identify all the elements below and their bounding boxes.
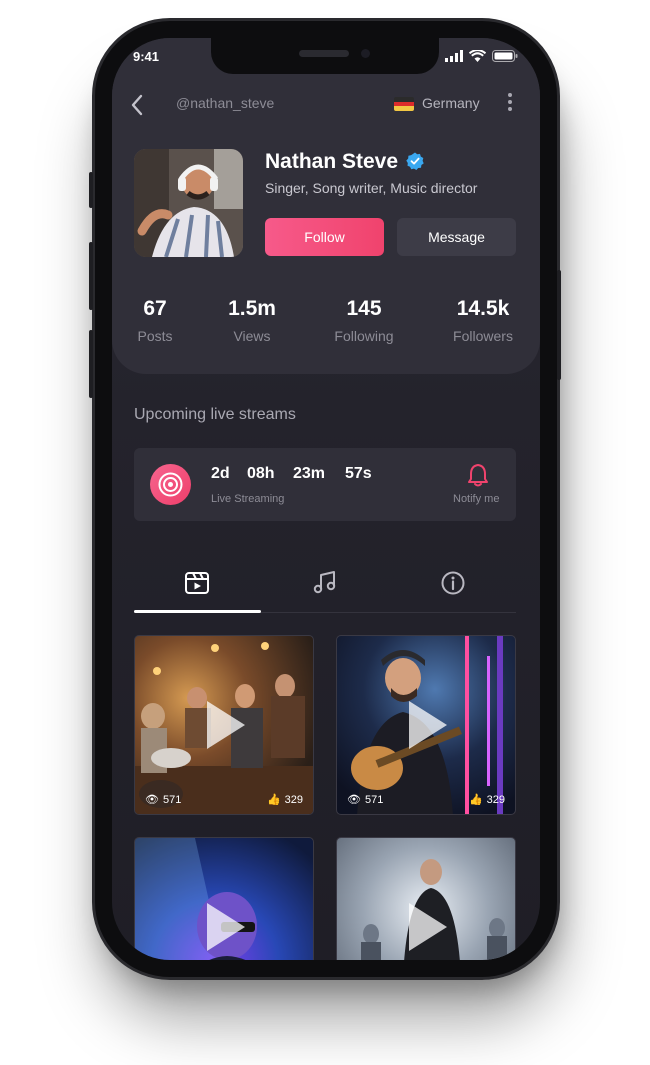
country-label: Germany — [422, 95, 480, 111]
play-icon[interactable] — [207, 903, 245, 951]
video-thumbnail[interactable] — [134, 837, 314, 960]
music-note-icon[interactable] — [312, 570, 338, 596]
follow-button[interactable]: Follow — [265, 218, 384, 256]
notch — [211, 38, 439, 74]
stat-value: 14.5k — [456, 297, 510, 320]
front-camera — [361, 49, 370, 58]
stat-label: Following — [334, 328, 394, 344]
power-button — [557, 270, 561, 380]
stat-value: 67 — [143, 297, 167, 320]
status-icons — [445, 50, 518, 62]
likes-count: 329 — [284, 793, 303, 806]
thumbs-up-icon: 👍 — [468, 794, 483, 806]
views-count: 571 — [162, 793, 182, 806]
phone-screen: 9:41 @nathan_steve Germany Nathan Steve … — [112, 38, 540, 960]
play-icon[interactable] — [409, 903, 447, 951]
live-stream-card[interactable]: 2d 08h 23m 57s Live Streaming Notify me — [134, 448, 516, 521]
video-thumbnail[interactable]: 👁 571 👍 329 — [336, 635, 516, 815]
eye-icon: 👁 — [347, 794, 361, 806]
bell-icon[interactable] — [467, 463, 489, 487]
countdown-days: 2d — [211, 465, 230, 482]
avatar-photo — [134, 149, 243, 257]
play-icon[interactable] — [207, 701, 245, 749]
profile-card: 9:41 @nathan_steve Germany Nathan Steve … — [112, 38, 540, 374]
stat-value: 145 — [346, 297, 382, 320]
avatar — [134, 149, 243, 257]
notify-me-label[interactable]: Notify me — [453, 493, 499, 505]
wifi-icon — [469, 50, 486, 62]
stat-label: Views — [233, 328, 271, 344]
battery-icon — [492, 50, 518, 62]
profile-bio: Singer, Song writer, Music director — [265, 180, 478, 196]
live-stream-icon — [150, 464, 191, 505]
info-icon[interactable] — [440, 570, 466, 596]
eye-icon: 👁 — [145, 794, 159, 806]
active-tab-indicator — [134, 610, 261, 613]
speaker — [299, 50, 349, 57]
section-title-live-streams: Upcoming live streams — [134, 406, 296, 423]
likes-count: 329 — [486, 793, 505, 806]
video-icon[interactable] — [184, 570, 210, 596]
video-likes: 👍 329 — [266, 793, 303, 807]
stat-followers[interactable]: 14.5k Followers — [446, 297, 520, 344]
volume-down-button — [89, 330, 93, 398]
top-bar: @nathan_steve Germany — [112, 88, 540, 122]
stat-views[interactable]: 1.5m Views — [222, 297, 282, 344]
stat-value: 1.5m — [228, 297, 276, 320]
stat-posts[interactable]: 67 Posts — [128, 297, 182, 344]
signal-icon — [445, 50, 463, 62]
profile-name: Nathan Steve — [265, 150, 399, 173]
mute-switch — [89, 172, 93, 208]
video-thumbnail[interactable]: 👁 571 👍 329 — [134, 635, 314, 815]
stat-following[interactable]: 145 Following — [328, 297, 400, 344]
countdown-minutes: 23m — [293, 465, 326, 482]
video-views: 👁 571 — [347, 793, 384, 807]
username: @nathan_steve — [176, 95, 275, 111]
message-button[interactable]: Message — [397, 218, 516, 256]
live-stream-label: Live Streaming — [211, 493, 285, 505]
countdown-hours: 08h — [247, 465, 275, 482]
video-thumbnail[interactable] — [336, 837, 516, 960]
germany-flag-icon — [394, 97, 414, 111]
more-options-icon[interactable] — [508, 93, 512, 114]
volume-up-button — [89, 242, 93, 310]
verified-badge-icon — [406, 152, 424, 170]
stat-label: Posts — [137, 328, 173, 344]
thumbs-up-icon: 👍 — [266, 794, 281, 806]
status-time: 9:41 — [133, 49, 160, 64]
countdown-seconds: 57s — [345, 465, 372, 482]
video-likes: 👍 329 — [468, 793, 505, 807]
back-arrow-icon[interactable] — [130, 94, 144, 116]
play-icon[interactable] — [409, 701, 447, 749]
video-views: 👁 571 — [145, 793, 182, 807]
stat-label: Followers — [453, 328, 513, 344]
views-count: 571 — [364, 793, 384, 806]
